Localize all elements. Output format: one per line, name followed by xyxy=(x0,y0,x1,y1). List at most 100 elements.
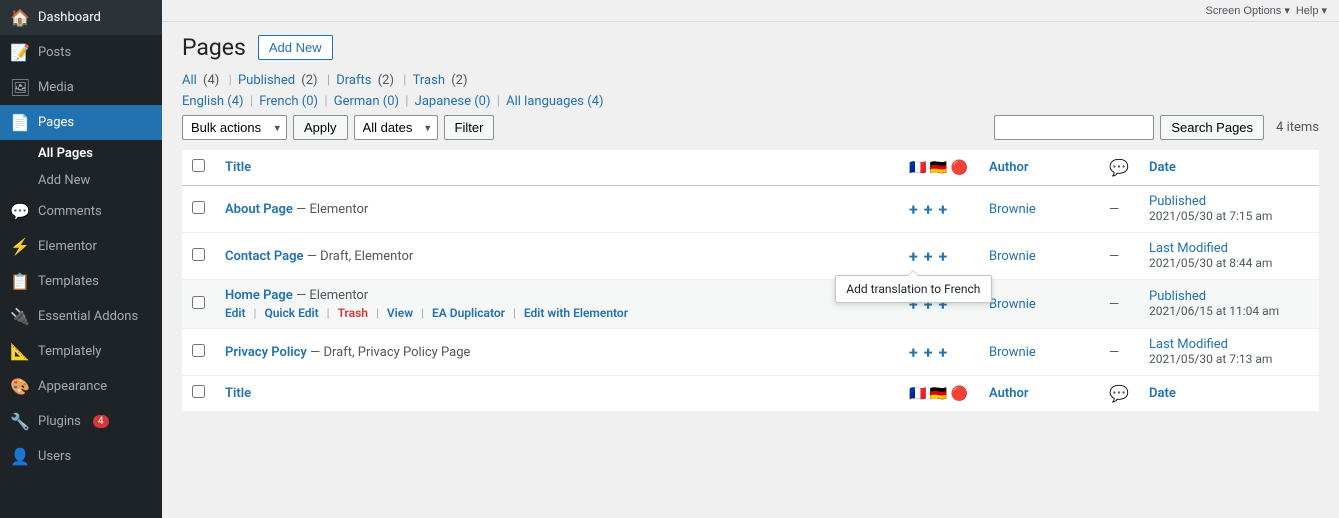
select-all-checkbox-footer[interactable] xyxy=(192,385,205,398)
page-title-link[interactable]: Home Page xyxy=(225,288,293,303)
add-german-button[interactable]: + xyxy=(924,343,933,362)
page-header: Pages Add New xyxy=(182,34,1319,61)
dates-select[interactable]: All dates xyxy=(354,115,438,140)
add-german-button[interactable]: + xyxy=(924,200,933,219)
add-japanese-button[interactable]: + xyxy=(938,343,947,362)
screen-options-chevron: ▾ xyxy=(1284,4,1290,17)
row-author-cell: Brownie xyxy=(979,233,1099,280)
author-link[interactable]: Brownie xyxy=(989,249,1036,264)
add-french-button[interactable]: + xyxy=(909,200,918,219)
row-comments-cell: — xyxy=(1099,280,1139,329)
templately-icon: 📐 xyxy=(10,342,30,361)
filter-published[interactable]: Published (2) xyxy=(238,73,321,88)
filter-japanese[interactable]: Japanese (0) xyxy=(415,94,491,109)
row-checkbox[interactable] xyxy=(192,248,205,261)
footer-date[interactable]: Date xyxy=(1139,376,1319,412)
author-link[interactable]: Brownie xyxy=(989,202,1036,217)
footer-author[interactable]: Author xyxy=(979,376,1099,412)
help-button[interactable]: Help ▾ xyxy=(1296,4,1327,17)
sidebar-item-users[interactable]: 👤 Users xyxy=(0,439,162,474)
select-all-checkbox[interactable] xyxy=(192,159,205,172)
apply-button[interactable]: Apply xyxy=(293,115,348,140)
filter-all[interactable]: All (4) xyxy=(182,73,222,88)
filter-trash[interactable]: Trash (2) xyxy=(413,73,471,88)
bulk-actions-select[interactable]: Bulk actions xyxy=(182,115,287,140)
author-link[interactable]: Brownie xyxy=(989,297,1036,312)
author-link[interactable]: Brownie xyxy=(989,345,1036,360)
french-flag-tooltip-wrap: + Add translation to French xyxy=(909,247,918,266)
page-subtitle: — Draft, Privacy Policy Page xyxy=(310,345,470,360)
sidebar-item-appearance[interactable]: 🎨 Appearance xyxy=(0,369,162,404)
row-comments-cell: — xyxy=(1099,233,1139,280)
row-title-cell: Contact Page — Draft, Elementor xyxy=(215,233,899,280)
sidebar-item-posts[interactable]: 📝 Posts xyxy=(0,35,162,70)
action-ea-duplicator[interactable]: EA Duplicator xyxy=(432,306,505,320)
page-subtitle: — Draft, Elementor xyxy=(307,249,414,264)
sidebar-item-templately[interactable]: 📐 Templately xyxy=(0,334,162,369)
published-count: (2) xyxy=(301,73,317,88)
sidebar-item-pages[interactable]: 📄 Pages xyxy=(0,105,162,140)
row-checkbox[interactable] xyxy=(192,344,205,357)
row-comments-cell: — xyxy=(1099,186,1139,233)
action-edit[interactable]: Edit xyxy=(225,306,246,320)
action-quick-edit[interactable]: Quick Edit xyxy=(264,306,318,320)
search-pages-button[interactable]: Search Pages xyxy=(1160,115,1264,140)
add-french-button[interactable]: + xyxy=(909,247,918,266)
filter-german[interactable]: German (0) xyxy=(334,94,399,109)
sidebar-subitem-all-pages[interactable]: All Pages xyxy=(0,140,162,167)
add-japanese-button[interactable]: + xyxy=(938,247,947,266)
date-value: 2021/05/30 at 7:13 am xyxy=(1149,352,1272,366)
col-header-author[interactable]: Author xyxy=(979,150,1099,186)
main-content: Screen Options ▾ Help ▾ Pages Add New Al… xyxy=(162,0,1339,518)
toolbar-right: Search Pages 4 items xyxy=(994,115,1319,140)
lang-filter-links: English (4) | French (0) | German (0) | … xyxy=(182,94,1319,109)
row-title-cell: About Page — Elementor Edit | Quick Edit… xyxy=(215,186,899,233)
date-value: 2021/05/30 at 8:44 am xyxy=(1149,256,1272,270)
action-edit-with-elementor[interactable]: Edit with Elementor xyxy=(524,306,628,320)
all-count: (4) xyxy=(203,73,219,88)
status-filter-links: All (4) | Published (2) | Drafts (2) | T… xyxy=(182,73,1319,88)
add-new-button[interactable]: Add New xyxy=(258,35,333,60)
filter-french[interactable]: French (0) xyxy=(259,94,318,109)
col-header-date[interactable]: Date xyxy=(1139,150,1319,186)
sidebar-item-comments[interactable]: 💬 Comments xyxy=(0,194,162,229)
page-title-link[interactable]: Privacy Policy xyxy=(225,345,307,360)
sidebar-item-elementor[interactable]: ⚡ Elementor xyxy=(0,229,162,264)
page-title-link[interactable]: Contact Page xyxy=(225,249,304,264)
sidebar-item-media[interactable]: 🖼 Media xyxy=(0,70,162,105)
filter-english[interactable]: English (4) xyxy=(182,94,244,109)
date-status: Last Modified xyxy=(1149,337,1228,352)
posts-icon: 📝 xyxy=(10,43,30,62)
row-date-cell: Last Modified 2021/05/30 at 7:13 am xyxy=(1139,329,1319,376)
filter-drafts[interactable]: Drafts (2) xyxy=(336,73,397,88)
screen-options-button[interactable]: Screen Options ▾ xyxy=(1205,4,1289,17)
sidebar-item-plugins[interactable]: 🔧 Plugins 4 xyxy=(0,404,162,439)
content-area: Pages Add New All (4) | Published (2) | … xyxy=(162,22,1339,423)
row-checkbox[interactable] xyxy=(192,296,205,309)
add-french-button[interactable]: + xyxy=(909,343,918,362)
comments-icon: 💬 xyxy=(10,202,30,221)
footer-title[interactable]: Title xyxy=(215,376,899,412)
sidebar-subitem-add-new[interactable]: Add New xyxy=(0,167,162,194)
row-checkbox[interactable] xyxy=(192,201,205,214)
add-japanese-button[interactable]: + xyxy=(938,200,947,219)
sidebar-item-label: Plugins xyxy=(38,414,81,429)
sidebar-item-templates[interactable]: 📋 Templates xyxy=(0,264,162,299)
action-view[interactable]: View xyxy=(387,306,413,320)
sidebar-item-label: Users xyxy=(38,449,71,464)
action-trash[interactable]: Trash xyxy=(338,306,368,320)
sidebar-item-essential-addons[interactable]: 🔌 Essential Addons xyxy=(0,299,162,334)
col-header-title[interactable]: Title xyxy=(215,150,899,186)
filter-all-languages[interactable]: All languages (4) xyxy=(506,94,603,109)
page-title-link[interactable]: About Page xyxy=(225,202,293,217)
items-count: 4 items xyxy=(1276,120,1319,135)
help-label: Help xyxy=(1296,5,1319,17)
sidebar-item-dashboard[interactable]: 🏠 Dashboard xyxy=(0,0,162,35)
search-input[interactable] xyxy=(994,115,1154,140)
row-check-cell xyxy=(182,329,215,376)
table-footer-row: Title 🇫🇷 🇩🇪 🔴 Author 💬 Date xyxy=(182,376,1319,412)
add-german-button[interactable]: + xyxy=(924,247,933,266)
sidebar-item-label: Templately xyxy=(38,344,101,359)
page-subtitle: — Elementor xyxy=(296,202,368,217)
filter-button[interactable]: Filter xyxy=(444,115,495,140)
